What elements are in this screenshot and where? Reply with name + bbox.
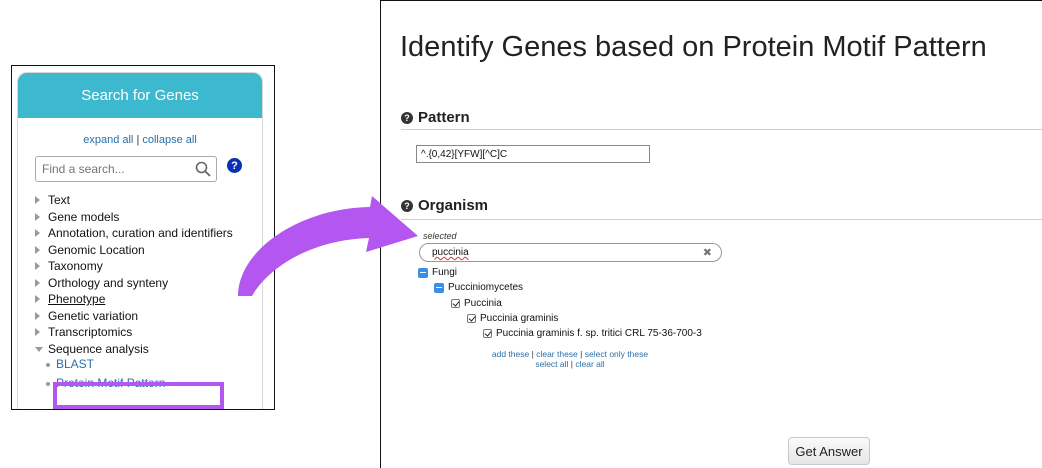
clear-all-link[interactable]: clear all	[575, 359, 604, 369]
clear-icon[interactable]: ✖	[703, 246, 712, 259]
tree-node-pucciniomycetes[interactable]: Pucciniomycetes	[434, 282, 523, 293]
search-icon[interactable]	[195, 161, 211, 177]
help-icon[interactable]: ?	[227, 158, 242, 173]
bullet-icon	[46, 382, 50, 386]
category-phenotype[interactable]: Phenotype	[35, 291, 262, 308]
separator: |	[136, 134, 140, 146]
bullet-icon	[46, 363, 50, 367]
caret-right-icon	[35, 328, 40, 336]
organism-search-value: puccinia	[432, 247, 469, 258]
checkbox-checked-icon[interactable]	[467, 314, 476, 323]
clear-these-link[interactable]: clear these	[536, 349, 578, 359]
search-category-tree: Text Gene models Annotation, curation an…	[35, 192, 262, 357]
select-all-link[interactable]: select all	[535, 359, 568, 369]
category-transcriptomics[interactable]: Transcriptomics	[35, 324, 262, 341]
caret-right-icon	[35, 229, 40, 237]
tree-node-fungi[interactable]: Fungi	[418, 267, 457, 278]
checkbox-checked-icon[interactable]	[451, 299, 460, 308]
pattern-label: Pattern	[418, 109, 470, 126]
caret-right-icon	[35, 245, 40, 254]
add-these-link[interactable]: add these	[492, 349, 529, 359]
category-annotation[interactable]: Annotation, curation and identifiers	[35, 225, 262, 242]
tree-node-puccinia[interactable]: Puccinia	[451, 298, 502, 309]
category-sequence-analysis[interactable]: Sequence analysis	[35, 341, 262, 358]
help-icon[interactable]: ?	[401, 111, 413, 124]
find-search-row: ?	[35, 156, 262, 182]
caret-right-icon	[35, 196, 40, 204]
caret-right-icon	[35, 212, 40, 221]
search-card: Search for Genes expand all | collapse a…	[17, 72, 263, 409]
pattern-input[interactable]	[416, 145, 650, 163]
divider	[401, 129, 1042, 130]
search-item-protein-motif-pattern[interactable]: Protein Motif Pattern	[46, 376, 262, 391]
caret-right-icon	[35, 262, 40, 270]
caret-right-icon	[35, 295, 40, 303]
caret-right-icon	[35, 311, 40, 320]
organism-section-header: ? Organism	[401, 197, 488, 214]
selected-count-label: selected	[423, 231, 457, 241]
get-answer-button[interactable]: Get Answer	[788, 437, 870, 465]
expand-collapse-row: expand all | collapse all	[18, 134, 262, 146]
category-genomic-location[interactable]: Genomic Location	[35, 242, 262, 259]
organism-search-input[interactable]: puccinia ✖	[419, 243, 722, 262]
caret-right-icon	[35, 278, 40, 287]
checkbox-checked-icon[interactable]	[483, 329, 492, 338]
protein-motif-search-page: Identify Genes based on Protein Motif Pa…	[380, 0, 1042, 468]
category-text[interactable]: Text	[35, 192, 262, 209]
category-taxonomy[interactable]: Taxonomy	[35, 258, 262, 275]
pattern-section-header: ? Pattern	[401, 109, 470, 126]
find-search-input[interactable]	[35, 156, 217, 182]
search-item-blast[interactable]: BLAST	[46, 357, 262, 372]
collapse-icon[interactable]	[434, 282, 444, 293]
page-title: Identify Genes based on Protein Motif Pa…	[400, 31, 987, 63]
sequence-analysis-items: BLAST Protein Motif Pattern	[46, 357, 262, 391]
category-gene-models[interactable]: Gene models	[35, 209, 262, 226]
organism-label: Organism	[418, 197, 489, 214]
search-header: Search for Genes	[18, 73, 262, 118]
category-orthology[interactable]: Orthology and synteny	[35, 275, 262, 292]
help-icon[interactable]: ?	[401, 199, 413, 212]
category-genetic-variation[interactable]: Genetic variation	[35, 308, 262, 325]
collapse-icon[interactable]	[418, 267, 428, 278]
divider	[401, 219, 1042, 220]
select-only-these-link[interactable]: select only these	[585, 349, 648, 359]
collapse-all-link[interactable]: collapse all	[142, 134, 196, 146]
tree-node-puccinia-graminis[interactable]: Puccinia graminis	[467, 313, 558, 324]
search-header-title: Search for Genes	[81, 87, 199, 104]
expand-all-link[interactable]: expand all	[83, 134, 133, 146]
caret-down-icon	[35, 346, 43, 352]
organism-selection-links: add these | clear these | select only th…	[491, 349, 649, 369]
search-for-genes-panel: Search for Genes expand all | collapse a…	[11, 65, 275, 410]
tree-node-strain[interactable]: Puccinia graminis f. sp. tritici CRL 75-…	[483, 328, 702, 339]
